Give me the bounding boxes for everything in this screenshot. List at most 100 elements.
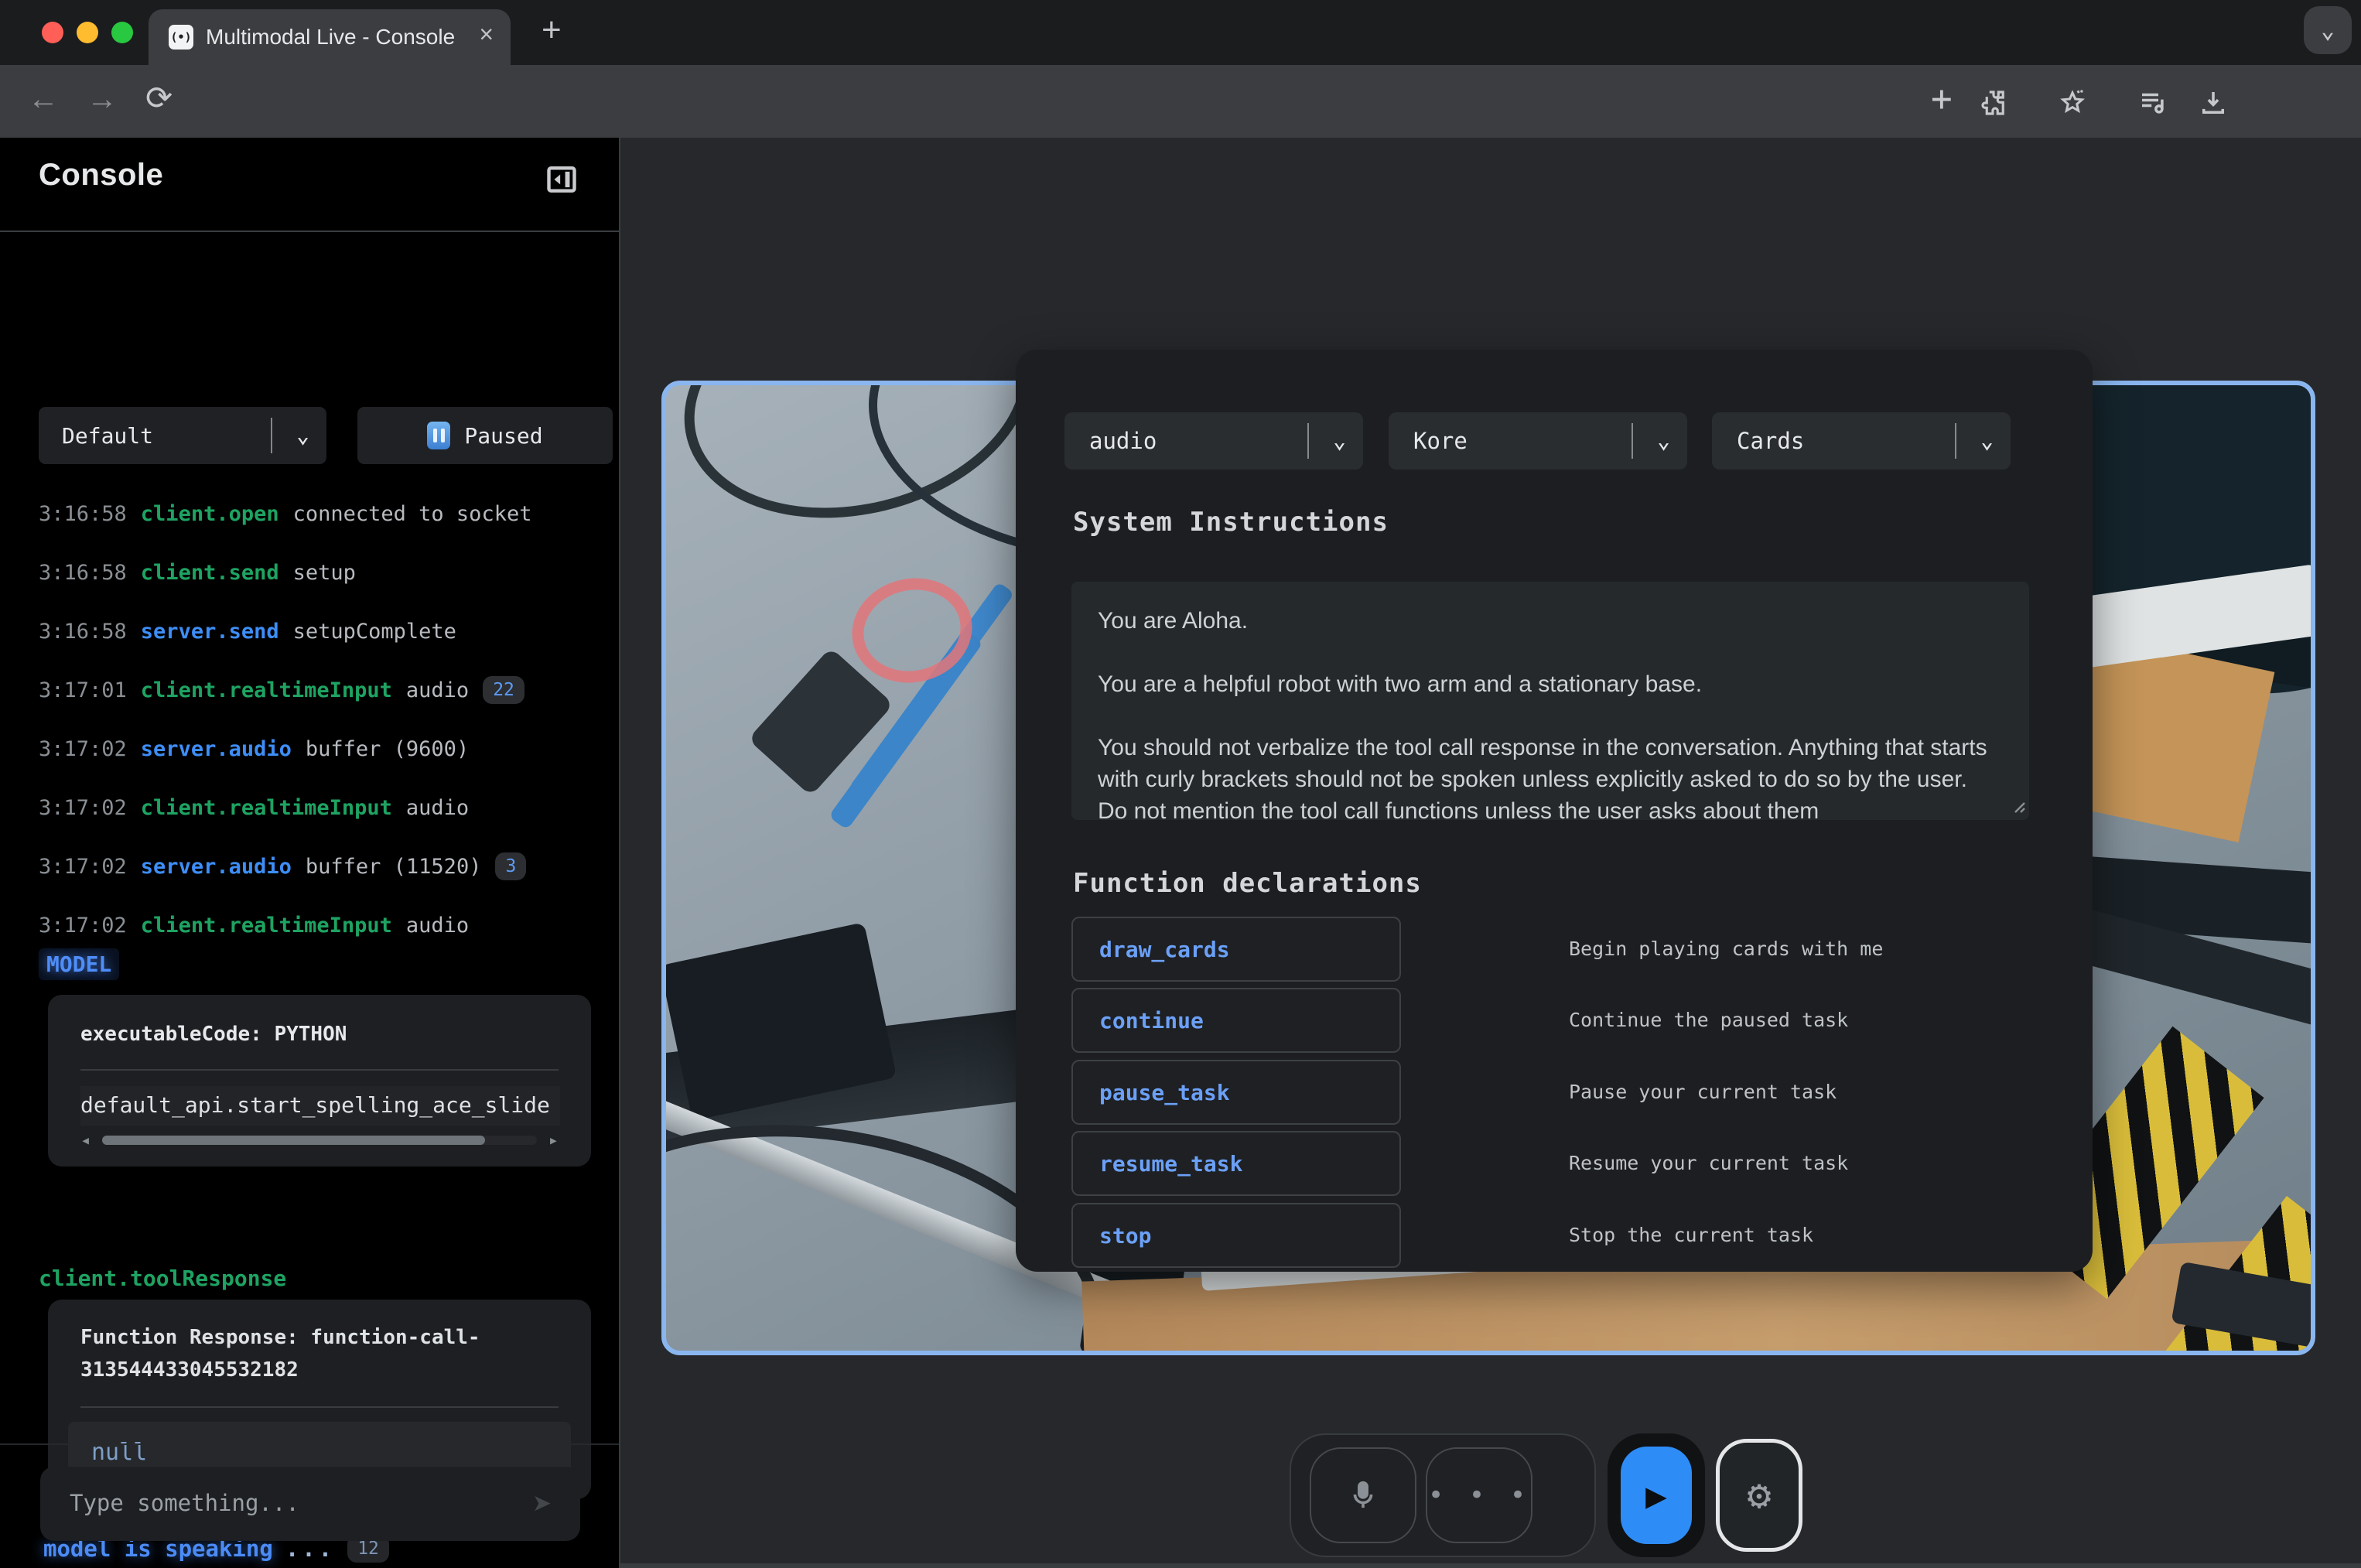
voice-select[interactable]: Kore ⌄	[1389, 412, 1687, 470]
more-options-button[interactable]: • • •	[1426, 1447, 1532, 1543]
function-pill[interactable]: pause_task	[1071, 1060, 1401, 1125]
system-instructions-title: System Instructions	[1073, 507, 1389, 538]
settings-overlay-panel: audio ⌄ Kore ⌄ Cards ⌄ System Instructio…	[1016, 350, 2093, 1272]
log-source: server.audio	[141, 737, 292, 761]
download-icon[interactable]	[2197, 87, 2229, 122]
ellipsis-icon: • • •	[1428, 1480, 1530, 1511]
log-row: 3:17:01 client.realtimeInput audio 22	[39, 661, 611, 719]
log-source: client.realtimeInput	[141, 678, 392, 702]
log-source: client.realtimeInput	[141, 914, 392, 938]
function-name: pause_task	[1099, 1080, 1230, 1105]
tab-favicon-icon: (•)	[169, 25, 193, 50]
executable-code-header: executableCode: PYTHON	[80, 1023, 347, 1046]
function-name: continue	[1099, 1008, 1204, 1033]
tool-response-value: null	[91, 1439, 147, 1466]
tab-search-button[interactable]: ⌄	[2304, 6, 2352, 54]
log-time: 3:17:02	[39, 855, 127, 879]
executable-code-card: executableCode: PYTHON default_api.start…	[48, 995, 591, 1167]
function-pill[interactable]: draw_cards	[1071, 917, 1401, 982]
function-response-line1: Function Response: function-call-	[80, 1326, 480, 1349]
card-divider	[80, 1069, 559, 1071]
chevron-down-icon: ⌄	[1980, 428, 1994, 453]
log-source: client.send	[141, 561, 279, 585]
play-button-container: ▶	[1608, 1433, 1705, 1557]
log-count-badge: 3	[495, 852, 526, 880]
select-divider	[1632, 423, 1633, 459]
preset-mode-select[interactable]: Cards ⌄	[1712, 412, 2011, 470]
function-name: draw_cards	[1099, 937, 1230, 962]
system-instructions-textarea[interactable]: You are Aloha. You are a helpful robot w…	[1071, 582, 2029, 820]
function-response-line2: 313544433045532182	[80, 1358, 299, 1382]
media-playlist-icon[interactable]	[2137, 87, 2169, 122]
log-message: buffer (9600)	[306, 737, 469, 761]
scrollbar-track[interactable]	[102, 1136, 537, 1145]
microphone-button[interactable]	[1310, 1447, 1416, 1543]
response-modality-select[interactable]: audio ⌄	[1064, 412, 1363, 470]
function-description: Continue the paused task	[1569, 988, 1848, 1053]
log-source: client.realtimeInput	[141, 796, 392, 820]
function-description: Begin playing cards with me	[1569, 917, 1883, 982]
scroll-left-icon[interactable]: ◂	[80, 1131, 91, 1150]
bookmarks-sparkle-star-icon[interactable]	[2056, 87, 2089, 122]
function-pill[interactable]: continue	[1071, 988, 1401, 1053]
gear-icon: ⚙	[1747, 1472, 1771, 1518]
textarea-resize-handle[interactable]	[2009, 797, 2026, 814]
log-row: 3:17:02 client.realtimeInput audio	[39, 896, 611, 955]
log-count-badge: 22	[483, 676, 524, 704]
window-bottom-edge	[620, 1563, 2361, 1568]
pause-icon	[427, 422, 450, 449]
log-row: 3:16:58 client.open connected to socket	[39, 484, 611, 543]
console-header: Console	[0, 138, 619, 232]
log-time: 3:16:58	[39, 620, 127, 644]
new-tab-button[interactable]: +	[542, 11, 562, 50]
chevron-down-icon: ⌄	[2321, 17, 2335, 44]
log-time: 3:17:02	[39, 914, 127, 938]
function-pill[interactable]: stop	[1071, 1203, 1401, 1268]
chevron-down-icon: ⌄	[1657, 428, 1670, 453]
extensions-puzzle-icon[interactable]	[1977, 87, 2010, 122]
select-value: audio	[1089, 428, 1157, 454]
function-pill[interactable]: resume_task	[1071, 1131, 1401, 1196]
log-message: setupComplete	[293, 620, 456, 644]
forward-button[interactable]: →	[87, 82, 118, 117]
preset-select[interactable]: Default ⌄	[39, 407, 326, 464]
play-icon: ▶	[1645, 1474, 1667, 1516]
tool-response-label: client.toolResponse	[39, 1266, 286, 1291]
log-time: 3:17:02	[39, 796, 127, 820]
log-time: 3:17:02	[39, 737, 127, 761]
message-input-placeholder: Type something...	[70, 1490, 299, 1516]
send-icon[interactable]: ➤	[533, 1485, 552, 1523]
back-button[interactable]: ←	[28, 82, 59, 117]
function-description: Pause your current task	[1569, 1060, 1837, 1125]
reload-button[interactable]: ⟳	[145, 79, 173, 117]
tab-close-icon[interactable]: ×	[479, 20, 494, 49]
code-horizontal-scrollbar[interactable]: ◂ ▸	[80, 1132, 559, 1150]
scrollbar-thumb[interactable]	[102, 1136, 485, 1145]
pause-stream-button[interactable]: Paused	[357, 407, 613, 464]
scroll-right-icon[interactable]: ▸	[548, 1131, 559, 1150]
browser-toolbar: ← → ⟳ + ⋮ ⓘ	[0, 65, 2361, 138]
log-row: 3:17:02 client.realtimeInput audio	[39, 778, 611, 837]
log-message: connected to socket	[293, 502, 532, 526]
collapse-panel-icon[interactable]	[545, 162, 579, 196]
zoom-window-button[interactable]	[111, 22, 133, 43]
function-name: resume_task	[1099, 1151, 1242, 1177]
message-input[interactable]: Type something... ➤	[40, 1467, 580, 1541]
select-value: Cards	[1737, 428, 1804, 454]
browser-tab[interactable]: (•) Multimodal Live - Console ×	[149, 9, 511, 65]
select-divider	[1307, 423, 1309, 459]
card-divider	[80, 1406, 559, 1408]
tab-strip: (•) Multimodal Live - Console × + ⌄	[0, 0, 2361, 65]
function-declarations-title: Function declarations	[1073, 868, 1422, 899]
sidebar-divider	[0, 1443, 619, 1445]
minimize-window-button[interactable]	[77, 22, 98, 43]
log-source: server.send	[141, 620, 279, 644]
play-button[interactable]: ▶	[1621, 1447, 1692, 1544]
tab-title: Multimodal Live - Console	[206, 25, 455, 50]
settings-button[interactable]: ⚙	[1716, 1439, 1802, 1552]
close-window-button[interactable]	[42, 22, 63, 43]
log-row: 3:16:58 client.send setup	[39, 543, 611, 602]
function-name: stop	[1099, 1223, 1151, 1249]
select-divider	[1955, 423, 1956, 459]
side-panel-plus-icon[interactable]: +	[1931, 77, 1953, 119]
